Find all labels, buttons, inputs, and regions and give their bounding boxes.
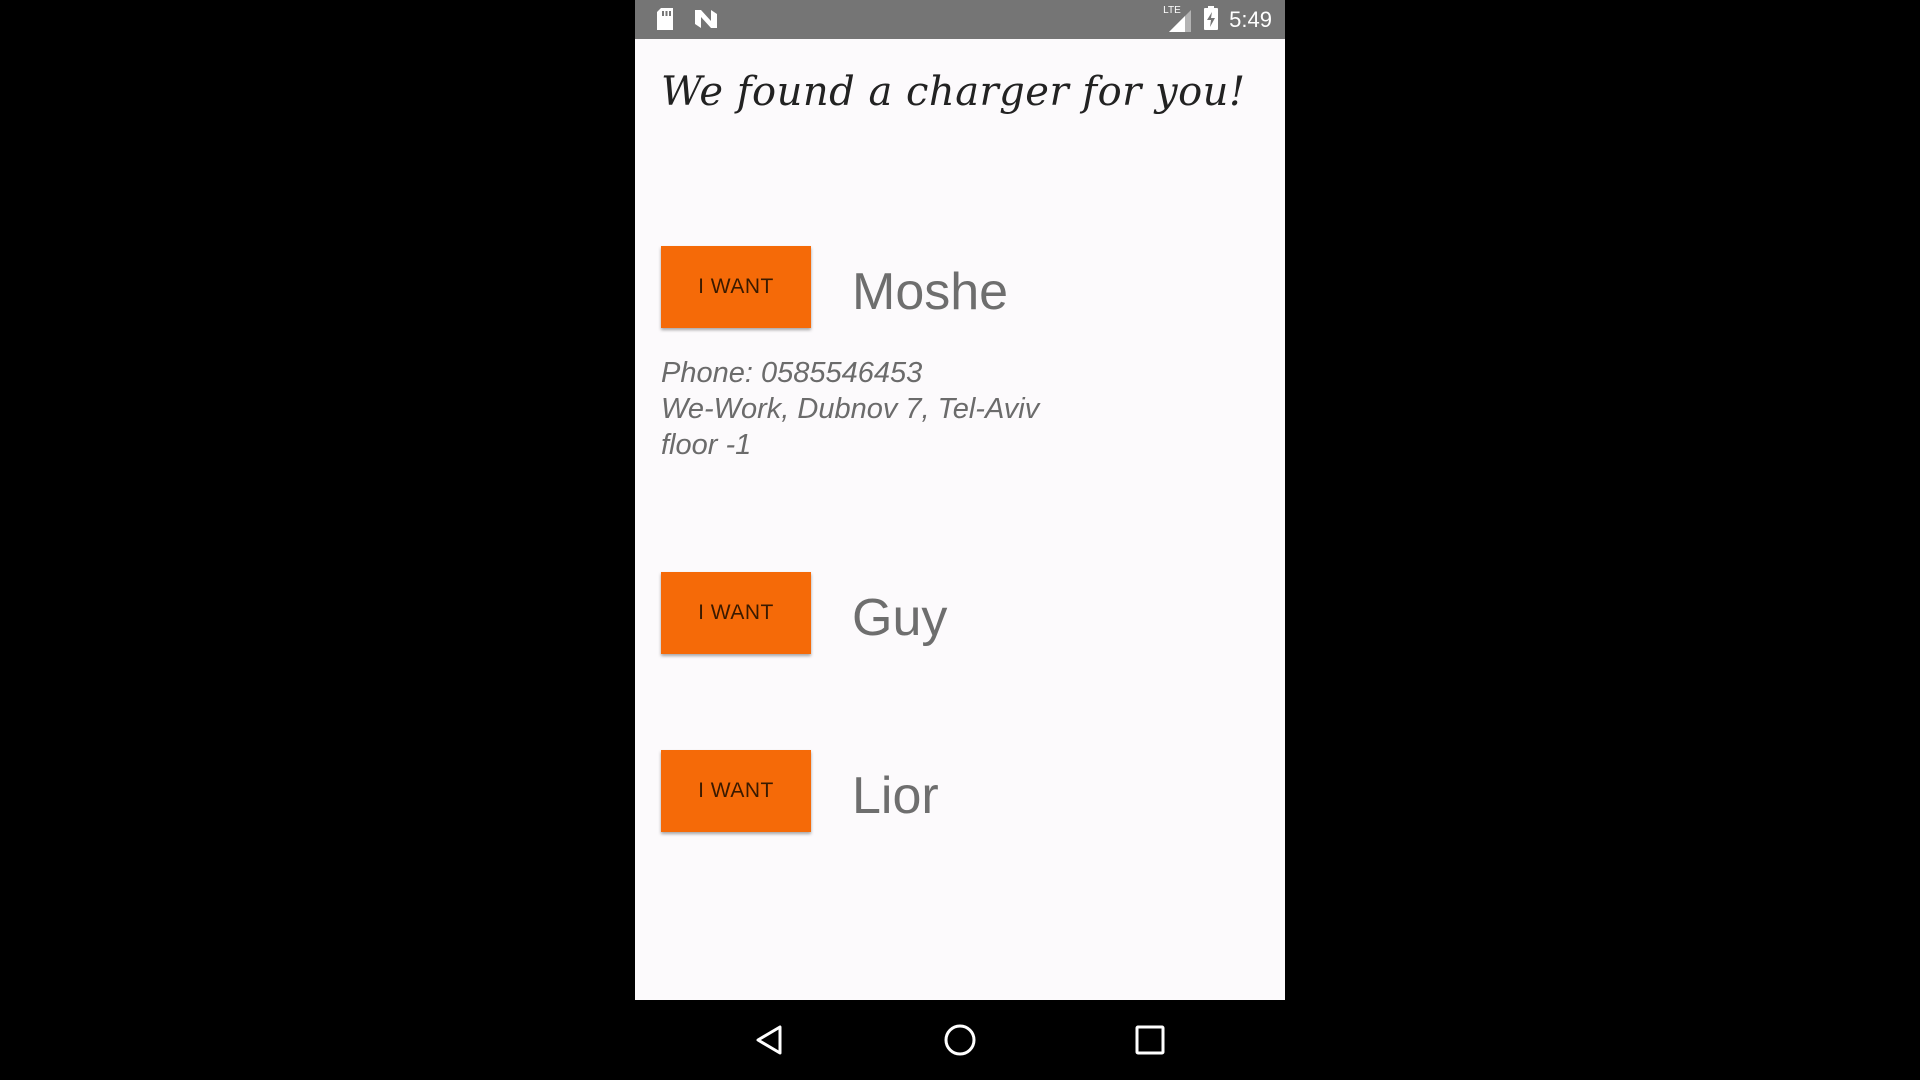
charger-row-moshe: I WANT Moshe bbox=[661, 246, 1261, 328]
owner-name-lior: Lior bbox=[852, 767, 939, 825]
battery-charging-icon bbox=[1203, 5, 1219, 35]
navigation-bar bbox=[635, 1000, 1285, 1080]
address-text: We-Work, Dubnov 7, Tel-Aviv bbox=[661, 393, 1040, 425]
charger-row-lior: I WANT Lior bbox=[661, 750, 1261, 832]
owner-name-guy: Guy bbox=[852, 589, 948, 647]
recents-icon[interactable] bbox=[1128, 1018, 1172, 1062]
i-want-button-moshe[interactable]: I WANT bbox=[661, 246, 811, 328]
owner-name-moshe: Moshe bbox=[852, 263, 1009, 321]
floor-text: floor -1 bbox=[661, 429, 752, 461]
signal-icon: LTE bbox=[1163, 6, 1193, 34]
sd-card-icon bbox=[655, 7, 675, 35]
app-screen: We found a charger for you! I WANT Moshe… bbox=[635, 39, 1285, 1000]
status-bar: LTE 5:49 bbox=[635, 0, 1285, 39]
back-icon[interactable] bbox=[748, 1018, 792, 1062]
phone-frame: LTE 5:49 We found a charger for you! I W… bbox=[635, 0, 1285, 1080]
clock: 5:49 bbox=[1229, 7, 1272, 32]
charger-row-guy: I WANT Guy bbox=[661, 572, 1261, 654]
page-title: We found a charger for you! bbox=[661, 69, 1246, 115]
n-notification-icon bbox=[693, 8, 719, 34]
phone-text: Phone: 0585546453 bbox=[661, 357, 923, 389]
i-want-button-guy[interactable]: I WANT bbox=[661, 572, 811, 654]
charger-details-moshe: Phone: 0585546453 We-Work, Dubnov 7, Tel… bbox=[661, 355, 1039, 463]
home-icon[interactable] bbox=[938, 1018, 982, 1062]
i-want-button-lior[interactable]: I WANT bbox=[661, 750, 811, 832]
